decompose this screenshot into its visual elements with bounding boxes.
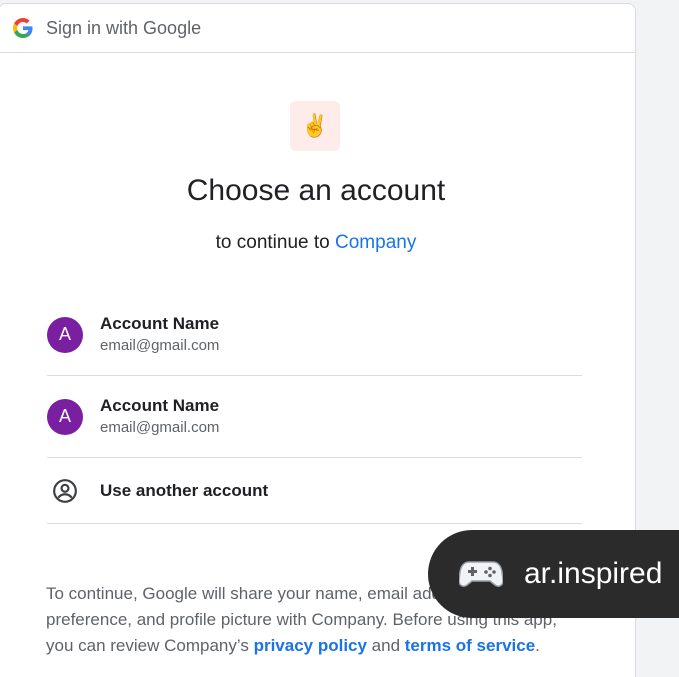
victory-hand-icon: ✌️: [301, 113, 329, 138]
account-item[interactable]: A Account Name email@gmail.com: [47, 294, 582, 376]
avatar: A: [47, 398, 83, 435]
company-link[interactable]: Company: [335, 232, 416, 253]
disclaimer-and: and: [366, 636, 405, 655]
subtitle-prefix: to continue to: [215, 232, 336, 253]
header-title: Sign in with Google: [46, 17, 202, 38]
toast-banner[interactable]: ar.inspired: [428, 530, 679, 618]
page: Sign in with Google ✌️ Choose an account…: [0, 0, 679, 677]
account-item[interactable]: A Account Name email@gmail.com: [47, 376, 582, 458]
terms-of-service-link[interactable]: terms of service: [405, 636, 535, 655]
privacy-policy-link[interactable]: privacy policy: [254, 636, 367, 655]
account-text: Account Name email@gmail.com: [100, 313, 219, 357]
avatar: A: [47, 316, 83, 353]
use-another-account-label: Use another account: [100, 480, 269, 500]
card-header: Sign in with Google: [0, 4, 635, 53]
toast-text: ar.inspired: [524, 557, 663, 590]
game-controller-icon: [458, 557, 504, 591]
app-logo: ✌️: [290, 101, 340, 151]
account-email: email@gmail.com: [100, 418, 220, 436]
account-circle-icon: [47, 473, 83, 509]
account-text: Account Name email@gmail.com: [100, 395, 219, 439]
account-list: A Account Name email@gmail.com A Account…: [47, 294, 582, 524]
account-email: email@gmail.com: [100, 336, 220, 354]
page-title: Choose an account: [186, 174, 446, 207]
google-g-icon: [13, 18, 33, 38]
disclaimer-end: .: [535, 636, 540, 655]
account-name: Account Name: [100, 395, 220, 415]
subtitle: to continue to Company: [0, 232, 633, 254]
use-another-account-button[interactable]: Use another account: [47, 458, 582, 524]
account-name: Account Name: [100, 313, 220, 333]
